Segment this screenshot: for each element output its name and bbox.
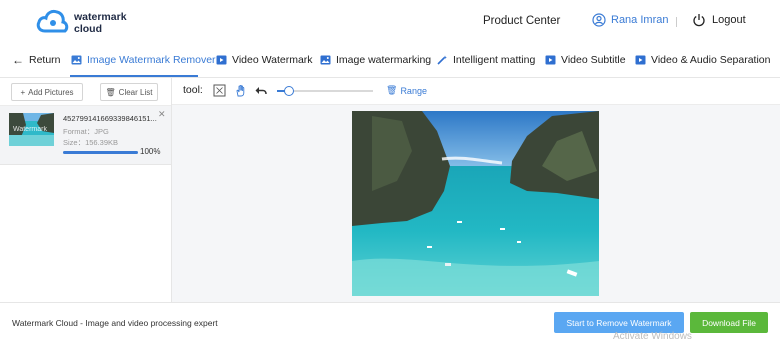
close-icon[interactable]: ✕ [158,109,166,120]
range-label: Range [400,85,427,96]
image-icon [320,55,331,65]
return-label: Return [29,54,61,66]
logout-button[interactable]: Logout [692,13,746,27]
trash-icon: 🗑 [386,85,398,95]
preview-image[interactable] [352,111,599,296]
hand-icon[interactable] [234,84,247,97]
logo-text-line2: cloud [74,23,102,35]
thumbnail-watermark-text: Watermark [13,126,47,133]
trash-icon: 🗑 [105,87,116,97]
file-name: 452799141669339846151... [63,114,157,123]
lagoon-photo [352,111,599,296]
start-remove-watermark-button[interactable]: Start to Remove Watermark [554,312,684,333]
logout-label: Logout [712,14,746,26]
app-footer: Watermark Cloud - Image and video proces… [0,302,780,342]
watermark-cloud-logo[interactable]: watermark cloud [36,8,136,38]
video-icon [216,55,227,65]
video-icon [635,55,646,65]
add-pictures-label: Add Pictures [28,87,74,97]
clear-list-label: Clear List [118,87,153,97]
plus-icon: + [20,87,26,97]
tab-image-watermarking[interactable]: Image watermarking [320,44,431,76]
user-menu[interactable]: Rana Imran [592,13,668,27]
tool-nav: ← Return Image Watermark Remover Video W… [0,44,780,78]
clear-list-button[interactable]: 🗑 Clear List [100,83,158,101]
video-icon [545,55,556,65]
cloud-logo-icon [36,9,69,33]
user-name: Rana Imran [611,14,669,26]
app-header: watermark cloud Product Center Rana Imra… [0,0,780,44]
tool-label: tool: [183,84,203,96]
undo-icon[interactable] [254,84,267,97]
file-thumbnail: Watermark [9,113,54,146]
tab-label: Video & Audio Separation [651,54,771,66]
file-size: Size：156.39KB [63,138,119,147]
edit-toolbar: tool: 🗑 Range [172,78,780,105]
upload-progress-bar [63,151,138,154]
tab-label: Image watermarking [336,54,432,66]
tab-label: Intelligent matting [453,54,536,66]
brush-size-slider[interactable] [277,86,373,96]
arrow-left-icon: ← [12,53,24,67]
select-frame-icon[interactable] [213,84,226,97]
product-center-link[interactable]: Product Center [483,15,560,27]
logo-text-line1: watermark [74,11,127,23]
header-divider [676,17,677,27]
tab-video-watermark[interactable]: Video Watermark [216,44,313,76]
tab-image-watermark-remover[interactable]: Image Watermark Remover [71,44,216,76]
add-pictures-button[interactable]: + Add Pictures [11,83,83,101]
user-icon [592,13,606,27]
file-format: Format：JPG [63,127,109,136]
activate-windows-overlay: Activate Windows [613,331,692,342]
download-file-button[interactable]: Download File [690,312,768,333]
magic-wand-icon [437,55,447,65]
upload-progress-fill [63,151,138,154]
brush-size-handle[interactable] [283,86,294,96]
tab-label: Image Watermark Remover [87,54,216,66]
power-icon [693,14,705,27]
file-list-item[interactable]: Watermark 452799141669339846151... ✕ For… [0,106,171,165]
image-icon [71,55,82,65]
tab-label: Video Watermark [232,54,313,66]
tab-intelligent-matting[interactable]: Intelligent matting [437,44,535,76]
return-button[interactable]: ← Return [12,44,61,76]
footer-tagline: Watermark Cloud - Image and video proces… [12,318,218,328]
file-list-panel: + Add Pictures 🗑 Clear List Watermark 45… [0,78,172,302]
tab-video-audio-separation[interactable]: Video & Audio Separation [635,44,770,76]
tab-video-subtitle[interactable]: Video Subtitle [545,44,626,76]
active-tab-indicator [70,75,198,77]
upload-progress-label: 100% [140,147,161,156]
image-canvas[interactable] [172,105,780,302]
range-button[interactable]: 🗑 Range [386,85,427,96]
tab-label: Video Subtitle [561,54,626,66]
